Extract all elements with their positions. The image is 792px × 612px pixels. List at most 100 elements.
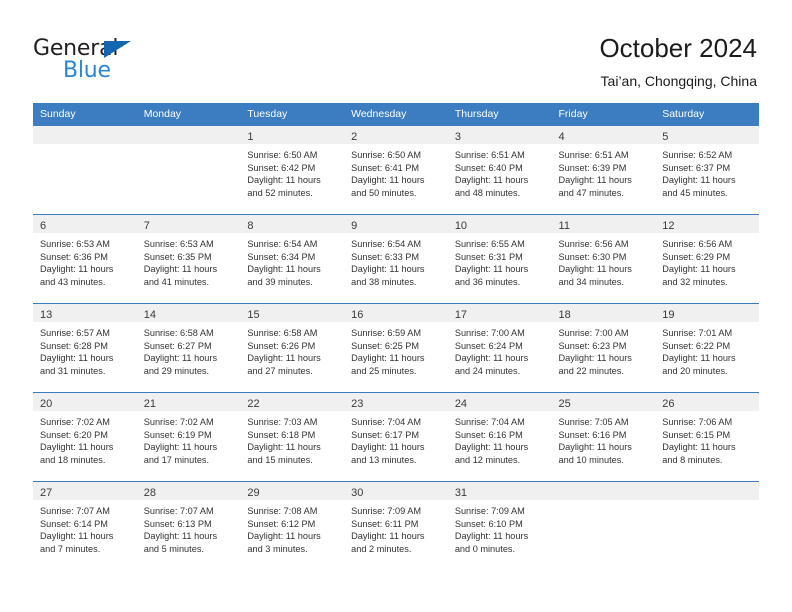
calendar-week-row: 6 Sunrise: 6:53 AM Sunset: 6:36 PM Daylight… bbox=[33, 214, 759, 304]
day-detail-line: Sunset: 6:37 PM bbox=[662, 162, 731, 173]
weekday-header-sunday: Sunday bbox=[33, 103, 137, 126]
day-detail-line: Sunrise: 6:58 AM bbox=[247, 328, 318, 338]
day-number: 29 bbox=[247, 487, 260, 499]
day-detail-line: and 3 minutes. bbox=[247, 543, 308, 554]
day-detail-line: Sunset: 6:22 PM bbox=[662, 340, 731, 351]
page-title: October 2024 bbox=[599, 33, 757, 63]
calendar-day-cell[interactable]: 6 Sunrise: 6:53 AM Sunset: 6:36 PM Daylight… bbox=[33, 214, 137, 304]
calendar-day-cell[interactable]: 22 Sunrise: 7:03 AM Sunset: 6:18 PM Dayligh… bbox=[240, 392, 345, 482]
day-detail-line: Sunset: 6:16 PM bbox=[558, 429, 627, 440]
day-number-band: 2 bbox=[344, 126, 448, 144]
day-number: 18 bbox=[558, 309, 571, 321]
day-number: 7 bbox=[143, 220, 150, 232]
day-detail-line: Sunset: 6:26 PM bbox=[247, 340, 316, 351]
calendar-day-cell[interactable]: 18 Sunrise: 7:00 AM Sunset: 6:23 PM Dayligh… bbox=[551, 303, 656, 393]
day-detail-line: and 2 minutes. bbox=[351, 543, 412, 554]
day-number: 10 bbox=[454, 220, 468, 232]
day-details: Sunrise: 7:03 AM Sunset: 6:18 PM Daylight:… bbox=[240, 411, 344, 466]
day-number: 30 bbox=[351, 487, 364, 499]
calendar-day-cell[interactable]: 31 Sunrise: 7:09 AM Sunset: 6:10 PM Dayligh… bbox=[447, 481, 552, 570]
calendar-week-row: 27 Sunrise: 7:07 AM Sunset: 6:14 PM Dayligh… bbox=[33, 481, 759, 570]
day-detail-line: and 39 minutes. bbox=[247, 276, 313, 287]
day-number: 31 bbox=[454, 487, 468, 499]
calendar-day-cell[interactable]: 17 Sunrise: 7:00 AM Sunset: 6:24 PM Dayligh… bbox=[447, 303, 552, 393]
day-details: Sunrise: 6:53 AM Sunset: 6:35 PM Daylight:… bbox=[137, 233, 241, 288]
day-detail-line: Sunset: 6:27 PM bbox=[143, 340, 212, 351]
day-detail-line: Sunrise: 6:52 AM bbox=[662, 150, 733, 160]
calendar-day-cell[interactable]: 26 Sunrise: 7:06 AM Sunset: 6:15 PM Dayligh… bbox=[655, 392, 759, 482]
calendar-day-cell[interactable]: 1 Sunrise: 6:50 AM Sunset: 6:42 PM Daylight… bbox=[240, 125, 345, 215]
calendar-day-cell[interactable]: 4 Sunrise: 6:51 AM Sunset: 6:39 PM Daylight… bbox=[551, 125, 656, 215]
calendar-day-cell[interactable]: 25 Sunrise: 7:05 AM Sunset: 6:16 PM Dayligh… bbox=[551, 392, 656, 482]
day-number-band: 12 bbox=[655, 215, 759, 233]
day-detail-line: Sunrise: 7:05 AM bbox=[558, 417, 629, 427]
calendar-day-cell[interactable]: 30 Sunrise: 7:09 AM Sunset: 6:11 PM Dayligh… bbox=[344, 481, 448, 570]
calendar-day-cell[interactable]: 27 Sunrise: 7:07 AM Sunset: 6:14 PM Dayligh… bbox=[33, 481, 137, 570]
day-details: Sunrise: 6:54 AM Sunset: 6:33 PM Daylight:… bbox=[344, 233, 448, 288]
day-details: Sunrise: 6:58 AM Sunset: 6:26 PM Daylight:… bbox=[240, 322, 344, 377]
calendar-day-cell[interactable]: 10 Sunrise: 6:55 AM Sunset: 6:31 PM Dayligh… bbox=[447, 214, 552, 304]
calendar-day-cell[interactable]: 7 Sunrise: 6:53 AM Sunset: 6:35 PM Daylight… bbox=[136, 214, 241, 304]
day-number: 14 bbox=[143, 309, 156, 321]
day-detail-line: Sunrise: 7:01 AM bbox=[662, 328, 733, 338]
day-detail-line: Sunrise: 6:56 AM bbox=[662, 239, 733, 249]
day-detail-line: Sunset: 6:15 PM bbox=[662, 429, 731, 440]
day-details: Sunrise: 7:02 AM Sunset: 6:20 PM Daylight:… bbox=[33, 411, 137, 466]
day-details: Sunrise: 6:51 AM Sunset: 6:39 PM Daylight:… bbox=[552, 144, 656, 199]
calendar-day-cell[interactable]: 21 Sunrise: 7:02 AM Sunset: 6:19 PM Dayligh… bbox=[136, 392, 241, 482]
calendar-day-cell[interactable]: 28 Sunrise: 7:07 AM Sunset: 6:13 PM Dayligh… bbox=[136, 481, 241, 570]
day-details: Sunrise: 7:09 AM Sunset: 6:11 PM Daylight:… bbox=[344, 500, 448, 555]
calendar-day-cell[interactable]: 11 Sunrise: 6:56 AM Sunset: 6:30 PM Dayligh… bbox=[551, 214, 656, 304]
day-detail-line: Sunset: 6:35 PM bbox=[143, 251, 212, 262]
day-number-band: 15 bbox=[240, 304, 345, 322]
day-number: 26 bbox=[662, 398, 675, 410]
calendar-day-cell[interactable]: 24 Sunrise: 7:04 AM Sunset: 6:16 PM Dayligh… bbox=[447, 392, 552, 482]
day-detail-line: Daylight: 11 hours bbox=[247, 175, 321, 186]
day-detail-line: Daylight: 11 hours bbox=[40, 264, 114, 275]
calendar-day-cell[interactable]: 2 Sunrise: 6:50 AM Sunset: 6:41 PM Daylight… bbox=[344, 125, 448, 215]
day-detail-line: Sunrise: 7:03 AM bbox=[247, 417, 318, 427]
calendar-day-cell[interactable]: 29 Sunrise: 7:08 AM Sunset: 6:12 PM Dayligh… bbox=[240, 481, 345, 570]
calendar-week-row: 1 Sunrise: 6:50 AM Sunset: 6:42 PM Daylight… bbox=[33, 125, 759, 215]
calendar-cell-empty bbox=[655, 481, 759, 570]
calendar-day-cell[interactable]: 3 Sunrise: 6:51 AM Sunset: 6:40 PM Daylight… bbox=[447, 125, 552, 215]
day-detail-line: Sunrise: 6:53 AM bbox=[40, 239, 110, 249]
calendar-container: Sunday Monday Tuesday Wednesday Thursday Frid… bbox=[33, 103, 759, 570]
day-detail-line: Sunset: 6:18 PM bbox=[247, 429, 316, 440]
calendar-day-cell[interactable]: 12 Sunrise: 6:56 AM Sunset: 6:29 PM Dayligh… bbox=[655, 214, 759, 304]
calendar-day-cell[interactable]: 15 Sunrise: 6:58 AM Sunset: 6:26 PM Dayligh… bbox=[240, 303, 345, 393]
day-detail-line: Sunrise: 6:56 AM bbox=[558, 239, 629, 249]
day-details: Sunrise: 6:56 AM Sunset: 6:29 PM Daylight:… bbox=[655, 233, 759, 288]
day-detail-line: Sunrise: 7:04 AM bbox=[351, 417, 422, 427]
day-number: 25 bbox=[558, 398, 571, 410]
day-detail-line: Daylight: 11 hours bbox=[454, 442, 529, 453]
calendar-day-cell[interactable]: 14 Sunrise: 6:58 AM Sunset: 6:27 PM Dayligh… bbox=[136, 303, 241, 393]
day-detail-line: Sunset: 6:12 PM bbox=[247, 518, 316, 529]
day-detail-line: and 52 minutes. bbox=[247, 187, 313, 198]
day-detail-line: Sunset: 6:30 PM bbox=[558, 251, 627, 262]
day-number: 6 bbox=[40, 220, 47, 232]
day-number-band: 5 bbox=[655, 126, 759, 144]
calendar-table: Sunday Monday Tuesday Wednesday Thursday Frid… bbox=[33, 103, 759, 570]
calendar-day-cell[interactable]: 19 Sunrise: 7:01 AM Sunset: 6:22 PM Dayligh… bbox=[655, 303, 759, 393]
calendar-day-cell[interactable]: 23 Sunrise: 7:04 AM Sunset: 6:17 PM Dayligh… bbox=[344, 392, 448, 482]
day-detail-line: Sunrise: 6:58 AM bbox=[143, 328, 214, 338]
day-details: Sunrise: 7:00 AM Sunset: 6:24 PM Daylight:… bbox=[448, 322, 552, 377]
calendar-day-cell[interactable]: 16 Sunrise: 6:59 AM Sunset: 6:25 PM Dayligh… bbox=[344, 303, 448, 393]
day-detail-line: Sunset: 6:33 PM bbox=[351, 251, 420, 262]
day-number-band: 26 bbox=[655, 393, 759, 411]
day-number-band: 16 bbox=[344, 304, 448, 322]
day-detail-line: Sunset: 6:34 PM bbox=[247, 251, 316, 262]
calendar-day-cell[interactable]: 8 Sunrise: 6:54 AM Sunset: 6:34 PM Daylight… bbox=[240, 214, 345, 304]
day-detail-line: and 48 minutes. bbox=[454, 187, 521, 198]
day-detail-line: and 27 minutes. bbox=[247, 365, 313, 376]
day-number-band bbox=[33, 126, 137, 144]
day-number-band: 11 bbox=[551, 215, 656, 233]
calendar-day-cell[interactable]: 5 Sunrise: 6:52 AM Sunset: 6:37 PM Daylight… bbox=[655, 125, 759, 215]
day-detail-line: Sunset: 6:42 PM bbox=[247, 162, 316, 173]
calendar-day-cell[interactable]: 9 Sunrise: 6:54 AM Sunset: 6:33 PM Daylight… bbox=[344, 214, 448, 304]
calendar-day-cell[interactable]: 20 Sunrise: 7:02 AM Sunset: 6:20 PM Dayligh… bbox=[33, 392, 137, 482]
day-detail-line: Sunrise: 7:06 AM bbox=[662, 417, 733, 427]
calendar-day-cell[interactable]: 13 Sunrise: 6:57 AM Sunset: 6:28 PM Dayligh… bbox=[33, 303, 137, 393]
day-number-band: 3 bbox=[447, 126, 552, 144]
